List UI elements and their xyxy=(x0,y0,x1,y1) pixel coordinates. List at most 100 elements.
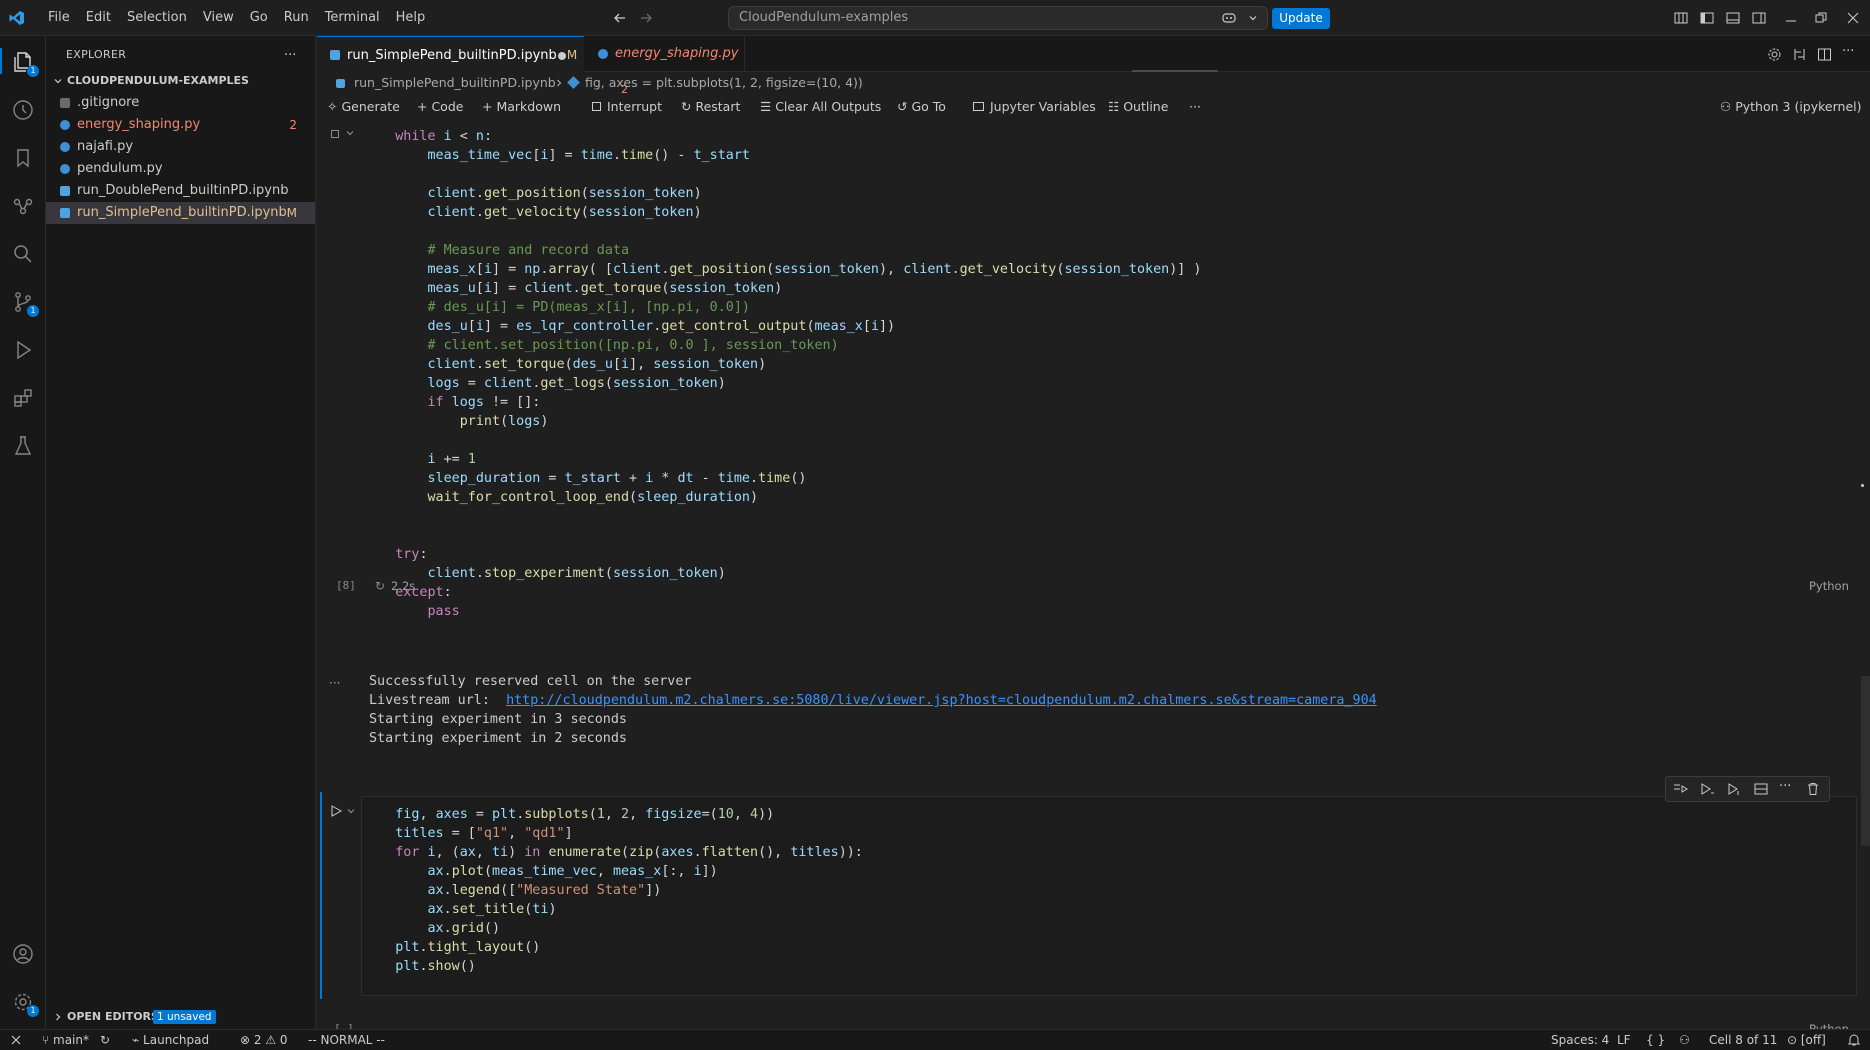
interrupt-button[interactable]: Interrupt xyxy=(592,94,662,120)
execute-below-icon[interactable] xyxy=(1699,782,1715,796)
code-cell-2[interactable]: ··· fig, axes = plt.subplots(1, 2, figsi… xyxy=(317,776,1857,1041)
customize-layout-icon[interactable] xyxy=(1674,11,1688,25)
eol-status[interactable]: LF xyxy=(1617,1030,1631,1050)
broadcast-status[interactable]: ⊙ [off] xyxy=(1787,1030,1826,1050)
bookmark-icon[interactable] xyxy=(11,146,35,170)
testing-icon[interactable] xyxy=(11,434,35,458)
update-button[interactable]: Update xyxy=(1272,8,1330,29)
warning-icon: ⚠ xyxy=(261,1033,280,1047)
notebook-scrollbar[interactable] xyxy=(1861,120,1870,1029)
remote-icon[interactable] xyxy=(10,1030,22,1050)
file-item[interactable]: pendulum.py xyxy=(46,158,315,180)
manage-badge: 1 xyxy=(27,1005,39,1017)
folder-root[interactable]: CLOUDPENDULUM-EXAMPLES xyxy=(46,70,315,92)
branch-status[interactable]: ⑂ main* xyxy=(42,1030,89,1050)
run-debug-icon[interactable] xyxy=(11,338,35,362)
jupyter-variables-button[interactable]: Jupyter Variables xyxy=(973,94,1096,120)
more-tab-actions-icon[interactable]: ··· xyxy=(1842,44,1854,59)
close-window-icon[interactable] xyxy=(1846,11,1860,25)
unsaved-dot-icon[interactable] xyxy=(558,52,566,60)
livestream-link[interactable]: http://cloudpendulum.m2.chalmers.se:5080… xyxy=(506,693,1377,708)
search-icon[interactable] xyxy=(11,242,35,266)
kernel-label: Python 3 (ipykernel) xyxy=(1735,99,1862,114)
forward-arrow-icon[interactable] xyxy=(638,10,654,26)
split-editor-icon[interactable] xyxy=(1817,47,1832,62)
minimize-icon[interactable] xyxy=(1784,11,1798,25)
breadcrumb-symbol[interactable]: fig, axes = plt.subplots(1, 2, figsize=(… xyxy=(585,72,863,94)
timeline-icon[interactable] xyxy=(11,98,35,122)
launchpad-status[interactable]: ⌁ Launchpad xyxy=(132,1030,209,1050)
back-arrow-icon[interactable] xyxy=(612,10,628,26)
more-toolbar-icon[interactable]: ··· xyxy=(1189,94,1201,120)
toggle-panel-icon[interactable] xyxy=(1726,11,1740,25)
file-item[interactable]: energy_shaping.py 2 xyxy=(46,114,315,136)
indentation-status[interactable]: Spaces: 4 xyxy=(1551,1030,1609,1050)
notifications-bell-icon[interactable] xyxy=(1848,1030,1860,1050)
execute-above-icon[interactable] xyxy=(1672,782,1688,796)
broadcast-label: [off] xyxy=(1800,1033,1826,1047)
code-line: plt.tight_layout() xyxy=(395,940,541,955)
menu-terminal[interactable]: Terminal xyxy=(317,0,388,36)
breadcrumb-file[interactable]: run_SimplePend_builtinPD.ipynb xyxy=(354,72,556,94)
menu-file[interactable]: File xyxy=(40,0,78,36)
open-changes-icon[interactable] xyxy=(1792,47,1807,62)
add-code-button[interactable]: + Code xyxy=(417,94,463,120)
account-icon[interactable] xyxy=(11,942,35,966)
tab-energy-shaping[interactable]: energy_shaping.py 2 xyxy=(585,36,745,96)
restore-icon[interactable] xyxy=(1814,11,1828,25)
clear-all-outputs-button[interactable]: ☰ Clear All Outputs xyxy=(760,94,881,120)
generate-button[interactable]: ✧ Generate xyxy=(327,94,400,120)
extensions-icon[interactable] xyxy=(11,386,35,410)
toggle-sidebar-icon[interactable] xyxy=(1700,11,1714,25)
cell-language[interactable]: Python xyxy=(1809,579,1849,593)
cell-position-status[interactable]: Cell 8 of 11 xyxy=(1709,1030,1777,1050)
code-label: Code xyxy=(431,99,464,114)
goto-button[interactable]: ↺ Go To xyxy=(897,94,946,120)
cell-more-icon[interactable]: ··· xyxy=(1779,779,1791,794)
language-braces-status[interactable]: { } xyxy=(1646,1030,1665,1050)
file-item[interactable]: run_DoublePend_builtinPD.ipynb xyxy=(46,180,315,202)
run-by-line-icon[interactable] xyxy=(1726,782,1742,796)
copilot-icon[interactable] xyxy=(1221,11,1237,25)
manage-gear-icon[interactable]: 1 xyxy=(11,990,39,1017)
file-name: najafi.py xyxy=(77,139,134,154)
menu-help[interactable]: Help xyxy=(388,0,434,36)
tab-run-simplepend[interactable]: run_SimplePend_builtinPD.ipynb M xyxy=(317,36,584,72)
cell-2-source[interactable]: fig, axes = plt.subplots(1, 2, figsize=(… xyxy=(317,796,1857,996)
file-item[interactable]: run_SimplePend_builtinPD.ipynb M xyxy=(46,202,315,224)
source-control-icon[interactable]: 1 xyxy=(11,290,39,317)
menu-selection[interactable]: Selection xyxy=(119,0,195,36)
output-more-icon[interactable]: ··· xyxy=(329,676,340,690)
open-settings-icon[interactable] xyxy=(1767,47,1782,62)
more-actions-icon[interactable]: ··· xyxy=(284,48,296,63)
chevron-down-icon[interactable] xyxy=(1247,12,1259,24)
kernel-picker[interactable]: ⚇ Python 3 (ipykernel) xyxy=(1720,94,1862,120)
menu-view[interactable]: View xyxy=(195,0,242,36)
toggle-secondary-sidebar-icon[interactable] xyxy=(1752,11,1766,25)
delete-cell-icon[interactable] xyxy=(1806,782,1820,796)
outline-button[interactable]: ☷ Outline xyxy=(1108,94,1168,120)
command-center[interactable]: CloudPendulum-examples xyxy=(728,6,1268,30)
restart-button[interactable]: ↻ Restart xyxy=(681,94,740,120)
copilot-status-icon[interactable]: ⚇ xyxy=(1679,1030,1690,1050)
split-cell-icon[interactable] xyxy=(1753,782,1769,796)
source-graph-icon[interactable] xyxy=(11,194,35,218)
explorer-icon[interactable]: 1 xyxy=(11,50,39,77)
code-line: # client.set_position([np.pi, 0.0 ], ses… xyxy=(427,338,839,353)
menu-go[interactable]: Go xyxy=(242,0,276,36)
problems-status[interactable]: ⊗ 2 ⚠ 0 xyxy=(240,1030,288,1050)
menu-edit[interactable]: Edit xyxy=(78,0,119,36)
vscode-logo-icon[interactable] xyxy=(0,0,34,36)
chevron-down-icon xyxy=(52,75,64,87)
editor-area: run_SimplePend_builtinPD.ipynb M energy_… xyxy=(317,36,1870,1036)
add-markdown-button[interactable]: + Markdown xyxy=(482,94,561,120)
output-line: Starting experiment in 3 seconds xyxy=(369,712,627,727)
menu-run[interactable]: Run xyxy=(276,0,317,36)
open-editors-section[interactable]: OPEN EDITORS 1 unsaved xyxy=(46,1006,315,1028)
file-item[interactable]: najafi.py xyxy=(46,136,315,158)
scrollbar-thumb[interactable] xyxy=(1861,676,1870,846)
code-cell-1[interactable]: while i < n: meas_time_vec[i] = time.tim… xyxy=(317,120,1857,619)
sync-icon[interactable]: ↻ xyxy=(100,1030,110,1050)
file-item[interactable]: .gitignore xyxy=(46,92,315,114)
cell-1-source[interactable]: while i < n: meas_time_vec[i] = time.tim… xyxy=(317,120,1857,619)
